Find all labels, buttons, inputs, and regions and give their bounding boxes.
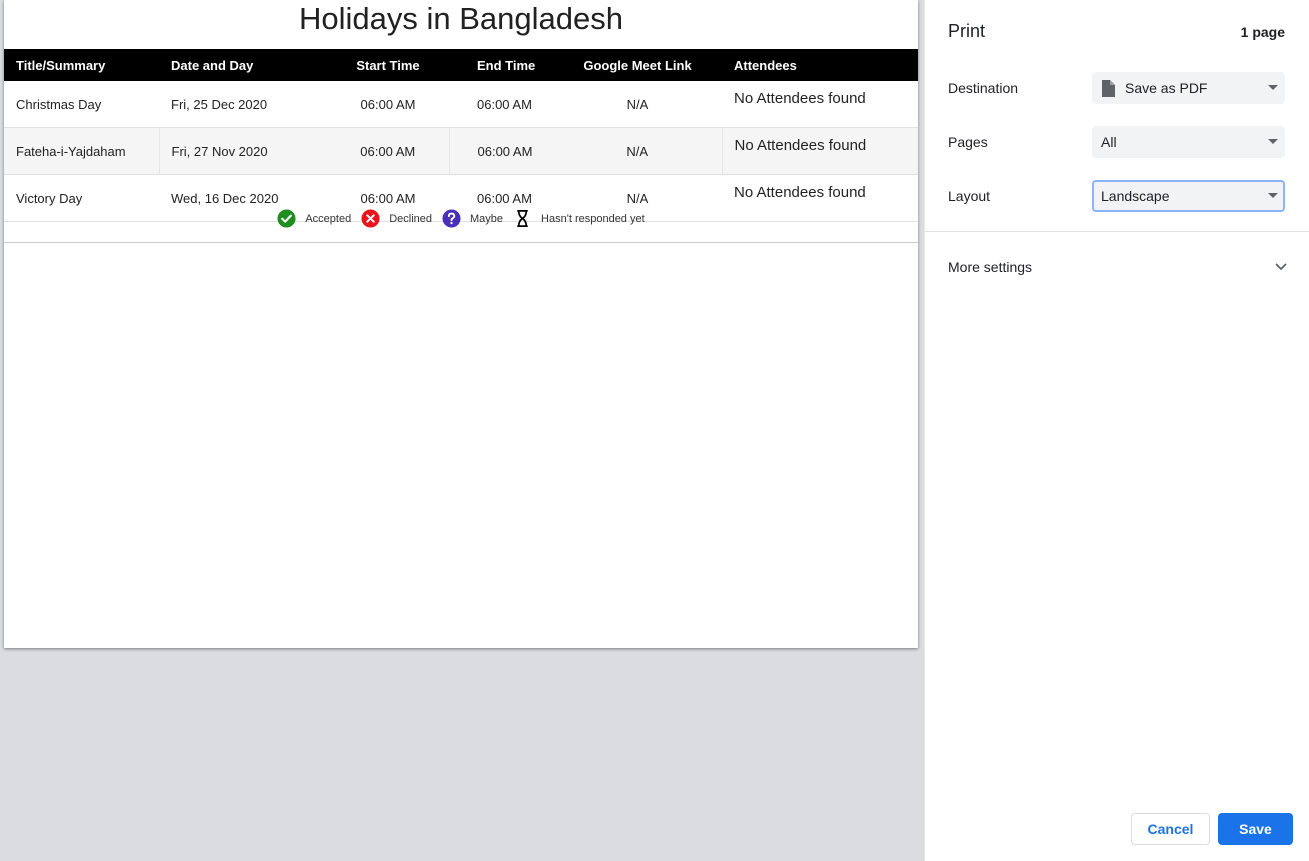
dropdown-caret-icon [1268,139,1278,144]
check-circle-icon [277,209,296,228]
legend-item-declined: Declined [361,209,432,228]
pages-select[interactable]: All [1092,126,1285,158]
event-end-time: 06:00 AM [449,81,553,128]
event-date: Fri, 27 Nov 2020 [158,127,327,175]
column-header: Google Meet Link [553,49,722,81]
event-start-time: 06:00 AM [327,127,449,175]
cancel-button[interactable]: Cancel [1131,813,1210,845]
column-header: Title/Summary [4,49,159,81]
legend-label: Maybe [470,212,504,225]
preview-page: Holidays in Bangladesh Title/Summary Dat… [4,0,918,648]
x-circle-icon [361,209,380,228]
file-icon [1102,79,1115,97]
pages-label: Pages [948,134,988,150]
legend-label: Declined [389,212,433,225]
dropdown-caret-icon [1268,85,1278,90]
event-title: Fateha-i-Yajdaham [4,127,159,175]
legend-label: Hasn't responded yet [541,212,645,225]
table-header-row: Title/Summary Date and Day Start Time En… [4,49,918,81]
page-count: 1 page [1240,24,1285,40]
legend-item-pending: Hasn't responded yet [513,209,645,228]
legend-item-accepted: Accepted [277,209,351,228]
document-title: Holidays in Bangladesh [299,1,623,36]
event-end-time: 06:00 AM [448,127,553,175]
column-header: End Time [449,49,553,81]
table-row: Christmas Day Fri, 25 Dec 2020 06:00 AM … [4,81,918,128]
table-row: Fateha-i-Yajdaham Fri, 27 Nov 2020 06:00… [4,127,918,175]
chevron-down-icon[interactable] [1275,263,1287,271]
layout-select[interactable]: Landscape [1092,180,1285,212]
event-attendees: No Attendees found [721,127,918,175]
question-circle-icon [442,209,461,228]
layout-label: Layout [948,188,991,204]
save-button[interactable]: Save [1218,813,1293,845]
panel-title: Print [948,21,986,41]
response-legend: Accepted Declined Maybe Hasn't responded… [4,195,918,243]
print-preview-area: Holidays in Bangladesh Title/Summary Dat… [0,0,924,861]
more-settings-toggle[interactable]: More settings [948,259,1032,275]
print-settings-panel: Print 1 page Destination Save as PDF Pag… [924,0,1309,861]
event-title: Christmas Day [4,81,159,128]
destination-select[interactable]: Save as PDF [1092,72,1285,104]
event-start-time: 06:00 AM [327,81,449,128]
hourglass-icon [517,210,528,227]
dropdown-caret-icon [1268,193,1278,198]
column-header: Start Time [327,49,449,81]
event-date: Fri, 25 Dec 2020 [159,81,327,128]
event-meet-link: N/A [553,127,722,175]
legend-label: Accepted [305,212,352,225]
legend-item-maybe: Maybe [442,209,503,228]
event-attendees: No Attendees found [722,81,918,128]
pages-value: All [1101,134,1117,150]
column-header: Attendees [722,49,918,81]
event-meet-link: N/A [553,81,722,128]
destination-label: Destination [948,80,1019,96]
column-header: Date and Day [159,49,327,81]
destination-value: Save as PDF [1125,80,1208,96]
panel-divider [925,231,1309,232]
layout-value: Landscape [1101,188,1170,204]
